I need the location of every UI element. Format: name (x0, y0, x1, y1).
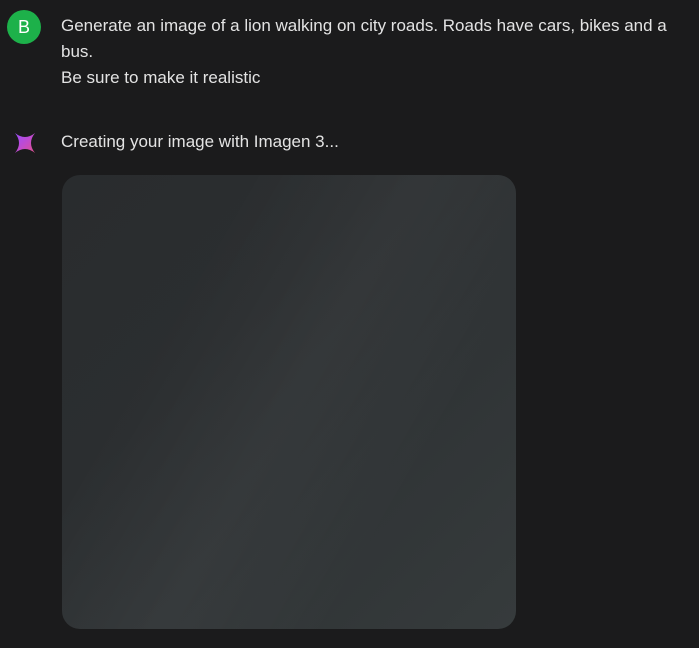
user-avatar[interactable]: B (7, 10, 41, 44)
chat-page: B Generate an image of a lion walking on… (0, 0, 699, 648)
generated-image-placeholder (62, 175, 516, 629)
gemini-spark-icon (15, 133, 35, 153)
user-prompt-text: Generate an image of a lion walking on c… (61, 16, 667, 87)
image-generation-status: Creating your image with Imagen 3... (61, 132, 339, 151)
